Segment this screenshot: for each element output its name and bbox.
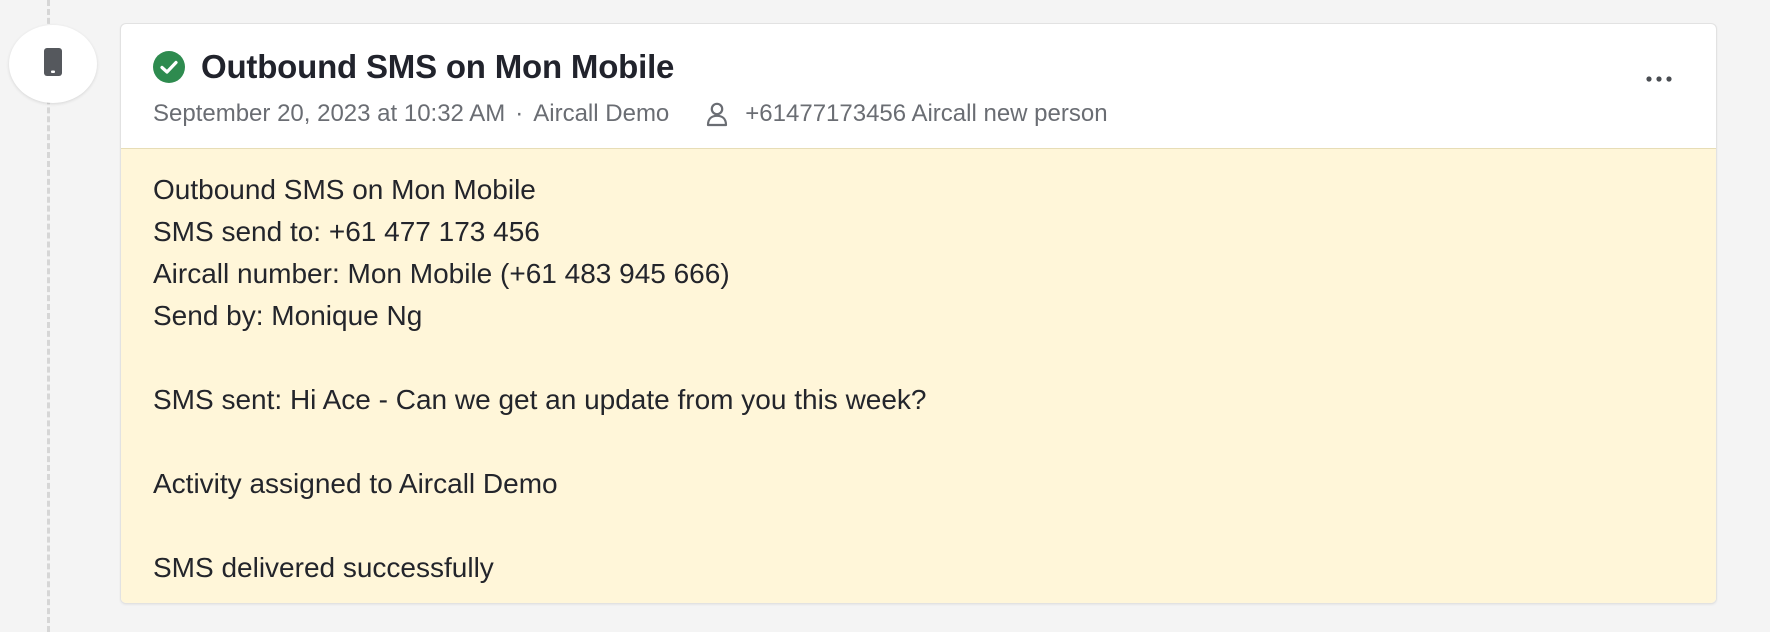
contact-name: +61477173456 Aircall new person <box>745 100 1108 127</box>
activity-type-badge <box>9 25 97 103</box>
note-line: Activity assigned to Aircall Demo <box>153 468 558 499</box>
note-line <box>153 337 1684 379</box>
meta-separator: · <box>515 100 524 127</box>
activity-timeline: Outbound SMS on Mon Mobile September 20,… <box>0 0 1770 632</box>
activity-owner[interactable]: Aircall Demo <box>533 100 669 128</box>
note-line: SMS send to: +61 477 173 456 <box>153 216 540 247</box>
activity-title: Outbound SMS on Mon Mobile <box>201 48 675 85</box>
note-line: Aircall number: Mon Mobile (+61 483 945 … <box>153 258 730 289</box>
note-line: Send by: Monique Ng <box>153 300 423 331</box>
more-horizontal-icon <box>1646 69 1672 87</box>
activity-contact[interactable]: +61477173456 Aircall new person <box>703 100 1108 128</box>
activity-meta: September 20, 2023 at 10:32 AM · Aircall… <box>153 100 1108 128</box>
activity-note: Outbound SMS on Mon Mobile SMS send to: … <box>121 149 1716 603</box>
check-circle-icon <box>153 51 185 83</box>
activity-date: September 20, 2023 at 10:32 AM <box>153 100 506 127</box>
note-line: SMS sent: Hi Ace - Can we get an update … <box>153 384 927 415</box>
more-options-button[interactable] <box>1642 66 1676 90</box>
mobile-phone-icon <box>42 47 64 82</box>
note-line <box>153 505 1684 547</box>
activity-header: Outbound SMS on Mon Mobile September 20,… <box>121 24 1716 149</box>
note-line: SMS delivered successfully <box>153 552 494 583</box>
activity-title-row: Outbound SMS on Mon Mobile <box>153 48 674 86</box>
note-line <box>153 421 1684 463</box>
activity-card: Outbound SMS on Mon Mobile September 20,… <box>120 23 1717 604</box>
person-icon <box>703 100 731 128</box>
note-line: Outbound SMS on Mon Mobile <box>153 174 536 205</box>
